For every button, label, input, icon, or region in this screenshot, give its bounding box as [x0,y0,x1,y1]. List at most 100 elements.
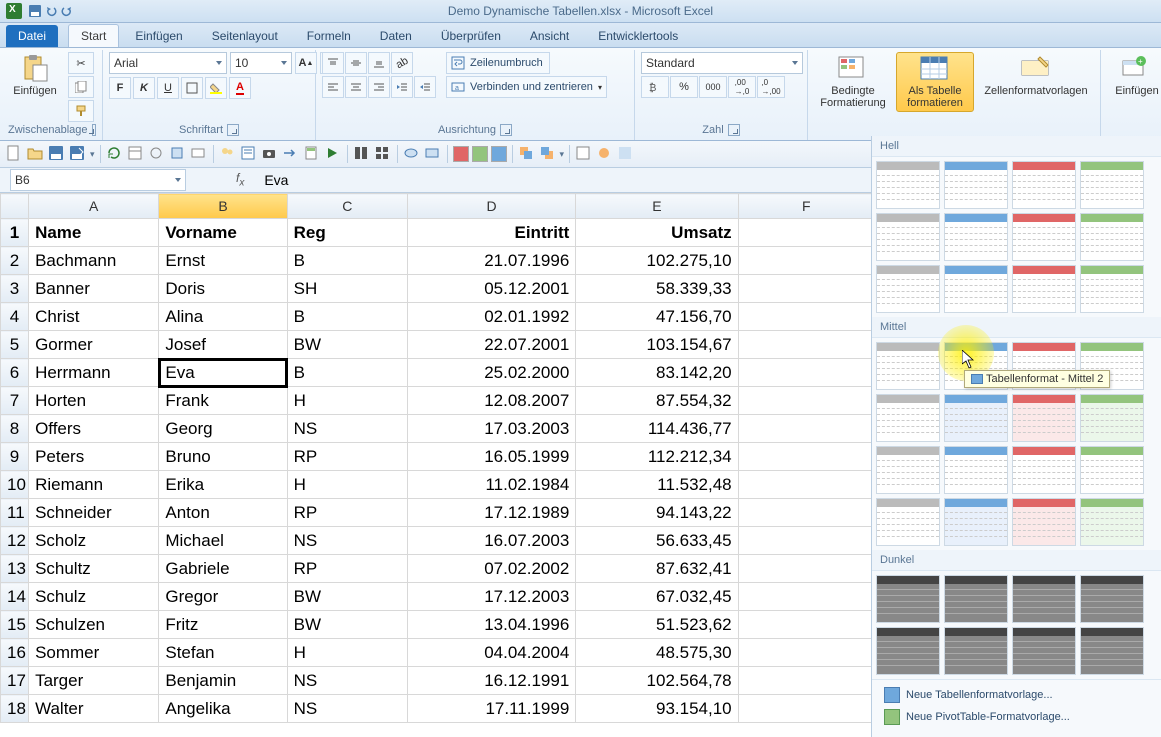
misc-icon-1[interactable] [575,145,593,163]
cell-14-B[interactable]: Gregor [159,583,287,611]
cell-2-C[interactable]: B [287,247,407,275]
comma-button[interactable]: 000 [699,76,727,98]
tab-start[interactable]: Start [68,24,119,47]
cell-8-A[interactable]: Offers [29,415,159,443]
table-style-thumb[interactable] [1080,575,1144,623]
row-header-12[interactable]: 12 [1,527,29,555]
table-style-thumb[interactable] [944,575,1008,623]
file-tab[interactable]: Datei [6,25,58,47]
send-back-icon[interactable] [518,145,536,163]
fill-color-button[interactable] [205,77,227,99]
align-top-button[interactable] [322,52,344,74]
run-icon[interactable] [324,145,342,163]
cell-9-C[interactable]: RP [287,443,407,471]
align-right-button[interactable] [368,76,390,98]
cell-14-A[interactable]: Schulz [29,583,159,611]
refresh-icon[interactable] [106,145,124,163]
cell-3-D[interactable]: 05.12.2001 [407,275,575,303]
shape-oval-icon[interactable] [403,145,421,163]
cell-3-A[interactable]: Banner [29,275,159,303]
row-header-18[interactable]: 18 [1,695,29,723]
cell-16-A[interactable]: Sommer [29,639,159,667]
font-size-combo[interactable]: 10 [230,52,292,74]
cell-8-D[interactable]: 17.03.2003 [407,415,575,443]
cell-15-C[interactable]: BW [287,611,407,639]
cell-10-F[interactable] [738,471,874,499]
align-middle-button[interactable] [345,52,367,74]
col-header-D[interactable]: D [407,194,575,219]
cell-1-E[interactable]: Umsatz [576,219,738,247]
shape-rect-icon[interactable] [424,145,442,163]
cell-5-D[interactable]: 22.07.2001 [407,331,575,359]
cell-13-D[interactable]: 07.02.2002 [407,555,575,583]
layout-icon-2[interactable] [374,145,392,163]
cell-7-D[interactable]: 12.08.2007 [407,387,575,415]
form-icon[interactable] [240,145,258,163]
name-box[interactable]: B6 [10,169,186,191]
row-header-13[interactable]: 13 [1,555,29,583]
font-dialog-launcher[interactable] [227,124,239,136]
table-style-thumb[interactable] [1012,446,1076,494]
cell-15-D[interactable]: 13.04.1996 [407,611,575,639]
select-all-corner[interactable] [1,194,29,219]
table-style-thumb[interactable] [876,627,940,675]
cell-16-D[interactable]: 04.04.2004 [407,639,575,667]
tab-ansicht[interactable]: Ansicht [517,24,582,47]
cell-15-B[interactable]: Fritz [159,611,287,639]
cell-13-F[interactable] [738,555,874,583]
table-style-thumb[interactable] [876,446,940,494]
orientation-button[interactable]: ab [391,52,413,74]
cell-8-E[interactable]: 114.436,77 [576,415,738,443]
col-header-E[interactable]: E [576,194,738,219]
cell-10-D[interactable]: 11.02.1984 [407,471,575,499]
cell-17-A[interactable]: Targer [29,667,159,695]
table-style-thumb[interactable] [1012,213,1076,261]
merge-center-button[interactable]: aVerbinden und zentrieren▾ [446,76,607,98]
cell-11-D[interactable]: 17.12.1989 [407,499,575,527]
row-header-5[interactable]: 5 [1,331,29,359]
border-button[interactable] [181,77,203,99]
number-format-combo[interactable]: Standard [641,52,803,74]
cell-12-C[interactable]: NS [287,527,407,555]
cell-17-D[interactable]: 16.12.1991 [407,667,575,695]
cell-7-E[interactable]: 87.554,32 [576,387,738,415]
cell-18-D[interactable]: 17.11.1999 [407,695,575,723]
cell-8-F[interactable] [738,415,874,443]
cell-11-A[interactable]: Schneider [29,499,159,527]
italic-button[interactable]: K [133,77,155,99]
save-as-icon[interactable] [69,145,87,163]
table-style-thumb[interactable] [1012,498,1076,546]
align-bottom-button[interactable] [368,52,390,74]
cell-10-E[interactable]: 11.532,48 [576,471,738,499]
camera-icon[interactable] [261,145,279,163]
cell-12-E[interactable]: 56.633,45 [576,527,738,555]
open-icon[interactable] [27,145,45,163]
cell-11-B[interactable]: Anton [159,499,287,527]
table-style-thumb[interactable] [1012,161,1076,209]
cell-1-B[interactable]: Vorname [159,219,287,247]
cell-6-A[interactable]: Herrmann [29,359,159,387]
table-style-thumb[interactable] [944,394,1008,442]
cell-10-B[interactable]: Erika [159,471,287,499]
format-as-table-button[interactable]: Als Tabelle formatieren [896,52,974,112]
tab-formeln[interactable]: Formeln [294,24,364,47]
table-style-thumb[interactable] [944,446,1008,494]
cell-3-C[interactable]: SH [287,275,407,303]
cell-2-A[interactable]: Bachmann [29,247,159,275]
cell-14-C[interactable]: BW [287,583,407,611]
grid[interactable]: ABCDEF 1NameVornameRegEintrittUmsatz2Bac… [0,193,875,723]
format-painter-button[interactable] [68,100,94,122]
cell-16-C[interactable]: H [287,639,407,667]
cell-14-F[interactable] [738,583,874,611]
layout-icon-1[interactable] [353,145,371,163]
decrease-decimal-button[interactable]: ,0→,00 [757,76,785,98]
tool-icon-1[interactable] [127,145,145,163]
cell-5-E[interactable]: 103.154,67 [576,331,738,359]
cell-15-A[interactable]: Schulzen [29,611,159,639]
cell-1-A[interactable]: Name [29,219,159,247]
cell-11-E[interactable]: 94.143,22 [576,499,738,527]
cell-18-E[interactable]: 93.154,10 [576,695,738,723]
cut-button[interactable]: ✂ [68,52,94,74]
table-style-thumb[interactable] [944,161,1008,209]
cell-13-A[interactable]: Schultz [29,555,159,583]
